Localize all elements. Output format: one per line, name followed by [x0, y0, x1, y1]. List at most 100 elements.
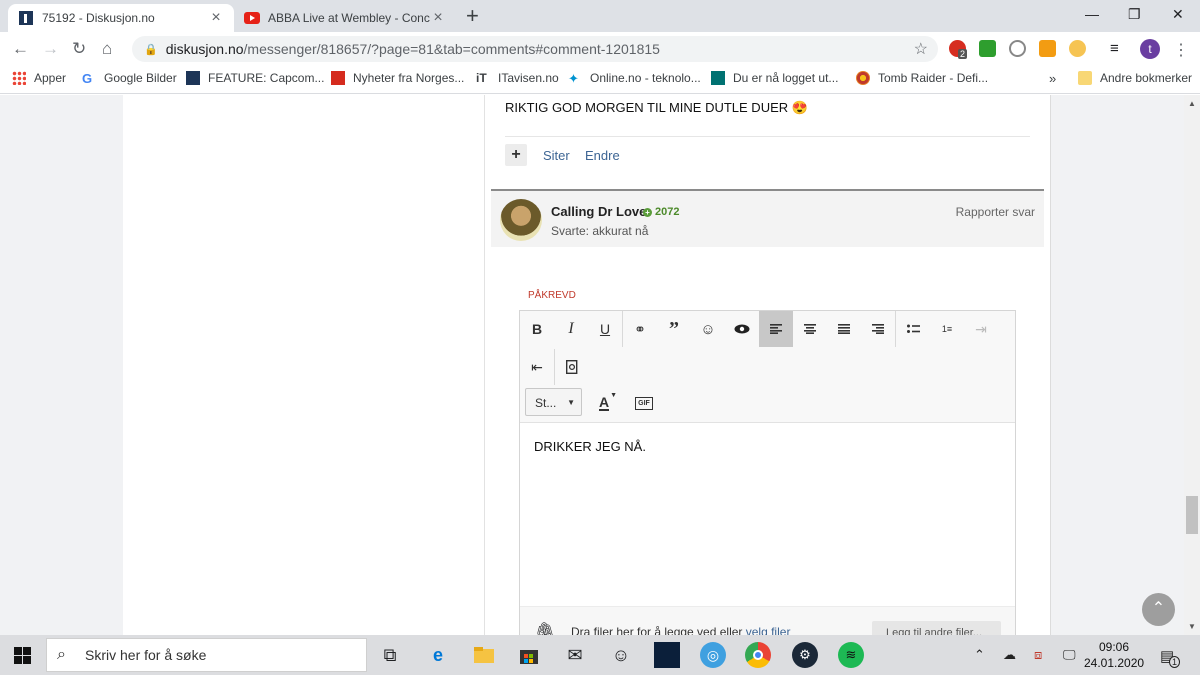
align-right-icon[interactable]	[861, 311, 895, 347]
new-tab-button[interactable]: +	[466, 5, 479, 27]
bullet-list-icon[interactable]	[896, 311, 930, 347]
report-link[interactable]: Rapporter svar	[956, 205, 1035, 219]
bookmark-dnb[interactable]: Du er nå logget ut...	[711, 71, 838, 85]
other-bookmarks[interactable]: Andre bokmerker	[1078, 71, 1192, 85]
chrome-icon[interactable]	[745, 642, 771, 668]
scroll-up-icon[interactable]: ▲	[1188, 99, 1196, 108]
notification-count: 1	[1169, 656, 1181, 668]
bookmark-online[interactable]: ✦ Online.no - teknolo...	[568, 71, 701, 86]
italic-button[interactable]: I	[554, 311, 588, 347]
notifications-icon[interactable]: ▤ 1	[1160, 647, 1181, 668]
spotify-icon[interactable]: ≋	[838, 642, 864, 668]
tab-title: 75192 - Diskusjon.no	[42, 11, 155, 25]
task-view-icon[interactable]: ⧉	[377, 642, 403, 668]
app-face-icon[interactable]: ☺	[608, 642, 634, 668]
reputation-badge: +2072	[643, 206, 679, 218]
align-justify-icon[interactable]	[827, 311, 861, 347]
uplay-icon[interactable]: ◎	[700, 642, 726, 668]
message-text: RIKTIG GOD MORGEN TIL MINE DUTLE DUER 😍	[505, 100, 808, 115]
reload-icon[interactable]: ↻	[72, 40, 86, 57]
mail-icon[interactable]: ✉	[562, 642, 588, 668]
bookmark-google-bilder[interactable]: G Google Bilder	[82, 71, 177, 86]
bookmarks-overflow[interactable]: »	[1049, 71, 1056, 86]
page-scrollbar[interactable]: ▲ ▼	[1184, 95, 1200, 635]
outdent-icon[interactable]: ⇤	[520, 349, 554, 385]
style-select[interactable]: St... ▼	[525, 388, 582, 416]
orange-extension-icon[interactable]	[1039, 40, 1056, 57]
indent-icon[interactable]: ⇥	[964, 311, 998, 347]
abp-extension-icon[interactable]: 2	[949, 40, 968, 59]
system-clock[interactable]: 09:06 24.01.2020	[1084, 639, 1144, 671]
steam-icon[interactable]: ⚙	[792, 642, 818, 668]
text-color-icon[interactable]: A ▼	[587, 385, 621, 421]
numbered-list-icon[interactable]: 1≡	[930, 311, 964, 347]
link-icon[interactable]: ⚭	[623, 311, 657, 347]
spoiler-eye-icon[interactable]	[725, 311, 759, 347]
bookmark-feature[interactable]: FEATURE: Capcom...	[186, 71, 324, 85]
tray-expand-icon[interactable]: ⌃	[974, 647, 985, 663]
underline-button[interactable]: U	[588, 311, 622, 347]
reply-timestamp: Svarte: akkurat nå	[551, 224, 649, 238]
minimize-icon[interactable]: —	[1085, 6, 1099, 22]
dnb-icon	[711, 71, 725, 85]
search-icon: ⌕	[57, 646, 66, 663]
profile-avatar[interactable]: t	[1140, 39, 1160, 59]
restore-icon[interactable]: ❐	[1128, 6, 1141, 23]
vg-icon	[331, 71, 345, 85]
emoji-extension-icon[interactable]	[1069, 40, 1086, 57]
quote-link[interactable]: Siter	[543, 148, 570, 163]
emoji-icon[interactable]: ☺	[691, 311, 725, 347]
editor-body[interactable]: DRIKKER JEG NÅ.	[534, 439, 646, 454]
avatar[interactable]	[500, 199, 542, 241]
align-center-icon[interactable]	[793, 311, 827, 347]
cast-extension-icon[interactable]	[1009, 40, 1026, 57]
forward-icon[interactable]: →	[42, 40, 59, 57]
attachment-dropzone[interactable]: 🖇 Dra filer her for å legge ved eller ve…	[520, 606, 1015, 635]
address-bar[interactable]: 🔒 diskusjon.no/messenger/818657/?page=81…	[132, 36, 938, 62]
tab-diskusjon[interactable]: 75192 - Diskusjon.no ×	[8, 4, 234, 32]
align-left-icon[interactable]	[759, 311, 793, 347]
taskbar-search[interactable]: ⌕ Skriv her for å søke	[46, 638, 367, 672]
windows-start-icon[interactable]	[9, 642, 35, 668]
file-explorer-icon[interactable]	[471, 642, 497, 668]
menu-kebab-icon[interactable]: ⋮	[1173, 40, 1190, 59]
reputation-count: 2072	[655, 206, 680, 218]
bookmark-label: Du er nå logget ut...	[733, 71, 839, 85]
edge-icon[interactable]: e	[425, 642, 451, 668]
google-icon: G	[82, 71, 93, 86]
quote-icon[interactable]: ”	[657, 311, 691, 347]
tray-app-icon[interactable]: ⧈	[1034, 647, 1042, 663]
scroll-to-top-button[interactable]: ⌃	[1142, 593, 1175, 626]
close-tab-icon[interactable]: ×	[430, 9, 446, 27]
bookmark-star-icon[interactable]: ☆	[914, 39, 928, 59]
tab-abba[interactable]: ABBA Live at Wembley - Concert ×	[234, 4, 456, 32]
back-icon[interactable]: ←	[12, 40, 29, 57]
bookmark-itavisen[interactable]: iT ITavisen.no	[476, 71, 559, 85]
dark-app-icon[interactable]	[654, 642, 680, 668]
preview-icon[interactable]	[555, 349, 589, 385]
bookmark-vg[interactable]: Nyheter fra Norges...	[331, 71, 464, 85]
bookmark-label: Nyheter fra Norges...	[353, 71, 465, 85]
scrollbar-thumb[interactable]	[1186, 496, 1198, 534]
bold-button[interactable]: B	[520, 311, 554, 347]
extension-badge: 2	[958, 49, 968, 59]
multiquote-button[interactable]: +	[505, 144, 527, 166]
author-name[interactable]: Calling Dr Love	[551, 204, 646, 219]
attach-files-button[interactable]: Legg til andre filer...	[872, 621, 1001, 635]
gif-icon[interactable]: GIF	[627, 385, 661, 421]
gif-label: GIF	[635, 396, 653, 410]
media-control-icon[interactable]: ≡	[1110, 40, 1127, 57]
choose-files-link[interactable]: velg filer	[746, 625, 791, 635]
divider	[505, 136, 1030, 137]
onedrive-icon[interactable]: ☁	[1003, 647, 1016, 663]
home-icon[interactable]: ⌂	[102, 40, 112, 57]
bookmark-tomb-raider[interactable]: Tomb Raider - Defi...	[856, 71, 988, 85]
store-icon[interactable]	[516, 642, 542, 668]
edit-link[interactable]: Endre	[585, 148, 620, 163]
close-window-icon[interactable]: ✕	[1172, 6, 1184, 23]
bookmark-apps[interactable]: Apper	[12, 71, 66, 85]
checkmark-extension-icon[interactable]	[979, 40, 996, 57]
scroll-down-icon[interactable]: ▼	[1188, 622, 1196, 631]
network-icon[interactable]: 🖵	[1063, 647, 1076, 663]
close-tab-icon[interactable]: ×	[208, 9, 224, 27]
